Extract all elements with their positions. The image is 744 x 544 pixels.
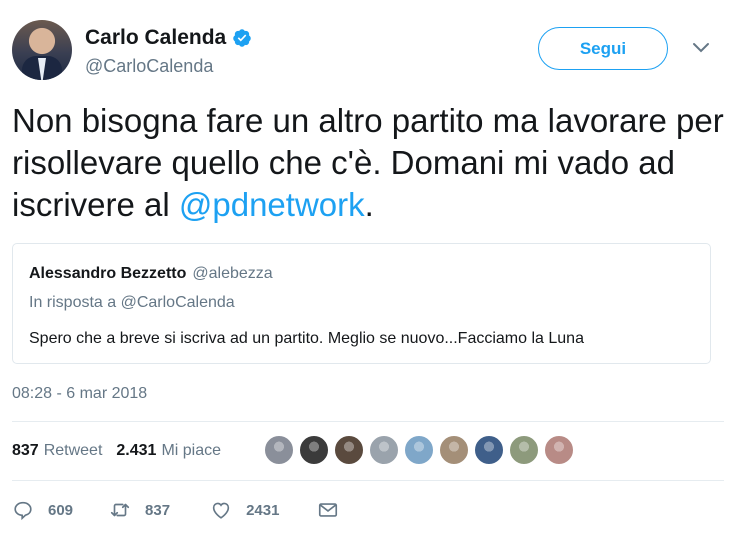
likes-label: Mi piace <box>161 442 222 459</box>
retweets-label: Retweet <box>43 442 103 459</box>
tweet-timestamp[interactable]: 08:28 - 6 mar 2018 <box>12 385 147 403</box>
author-display-name[interactable]: Carlo Calenda <box>85 26 226 50</box>
liker-avatars <box>264 435 579 465</box>
quoted-text: Spero che a breve si iscriva ad un parti… <box>29 330 584 347</box>
message-action[interactable] <box>317 499 339 521</box>
divider-bottom <box>12 480 724 481</box>
divider-top <box>12 421 724 422</box>
quoted-author: Alessandro Bezzetto @alebezza <box>29 265 273 283</box>
reply-icon <box>14 501 32 521</box>
likes-stat[interactable]: 2.431 Mi piace <box>116 442 221 460</box>
author-handle[interactable]: @CarloCalenda <box>85 56 213 77</box>
liker-avatar[interactable] <box>474 435 504 465</box>
like-action[interactable]: 2431 <box>210 499 279 521</box>
like-count: 2431 <box>246 501 280 519</box>
quoted-handle: @alebezza <box>192 265 273 282</box>
tweet-mention-link[interactable]: @pdnetwork <box>179 186 365 223</box>
liker-avatar[interactable] <box>264 435 294 465</box>
author-avatar[interactable] <box>12 20 72 80</box>
verified-badge-icon <box>233 29 251 47</box>
reply-count: 609 <box>48 501 74 519</box>
tweet-actions: 609 837 2431 <box>12 499 339 521</box>
retweet-icon <box>110 503 130 517</box>
reply-action[interactable]: 609 <box>12 499 73 521</box>
liker-avatar[interactable] <box>404 435 434 465</box>
retweet-action[interactable]: 837 <box>109 499 170 521</box>
chevron-down-icon[interactable] <box>692 42 710 54</box>
tweet-text: Non bisogna fare un altro partito ma lav… <box>12 100 732 226</box>
author-name-row: Carlo Calenda <box>85 26 252 50</box>
liker-avatar[interactable] <box>369 435 399 465</box>
follow-button[interactable]: Segui <box>538 27 668 70</box>
quoted-reply-context: In risposta a @CarloCalenda <box>29 294 235 311</box>
liker-avatar[interactable] <box>439 435 469 465</box>
quoted-tweet[interactable]: Alessandro Bezzetto @alebezza In risposta… <box>12 243 711 364</box>
liker-avatar[interactable] <box>299 435 329 465</box>
engagement-stats: 837 Retweet 2.431 Mi piace <box>12 442 221 460</box>
likes-count: 2.431 <box>116 442 157 459</box>
quoted-display-name: Alessandro Bezzetto <box>29 265 187 282</box>
liker-avatar[interactable] <box>544 435 574 465</box>
liker-avatar[interactable] <box>334 435 364 465</box>
retweets-stat[interactable]: 837 Retweet <box>12 442 102 460</box>
retweets-count: 837 <box>12 442 39 459</box>
liker-avatar[interactable] <box>509 435 539 465</box>
retweet-count: 837 <box>145 501 171 519</box>
tweet-text-end: . <box>364 186 374 223</box>
heart-icon <box>212 502 230 519</box>
envelope-icon <box>319 503 338 517</box>
